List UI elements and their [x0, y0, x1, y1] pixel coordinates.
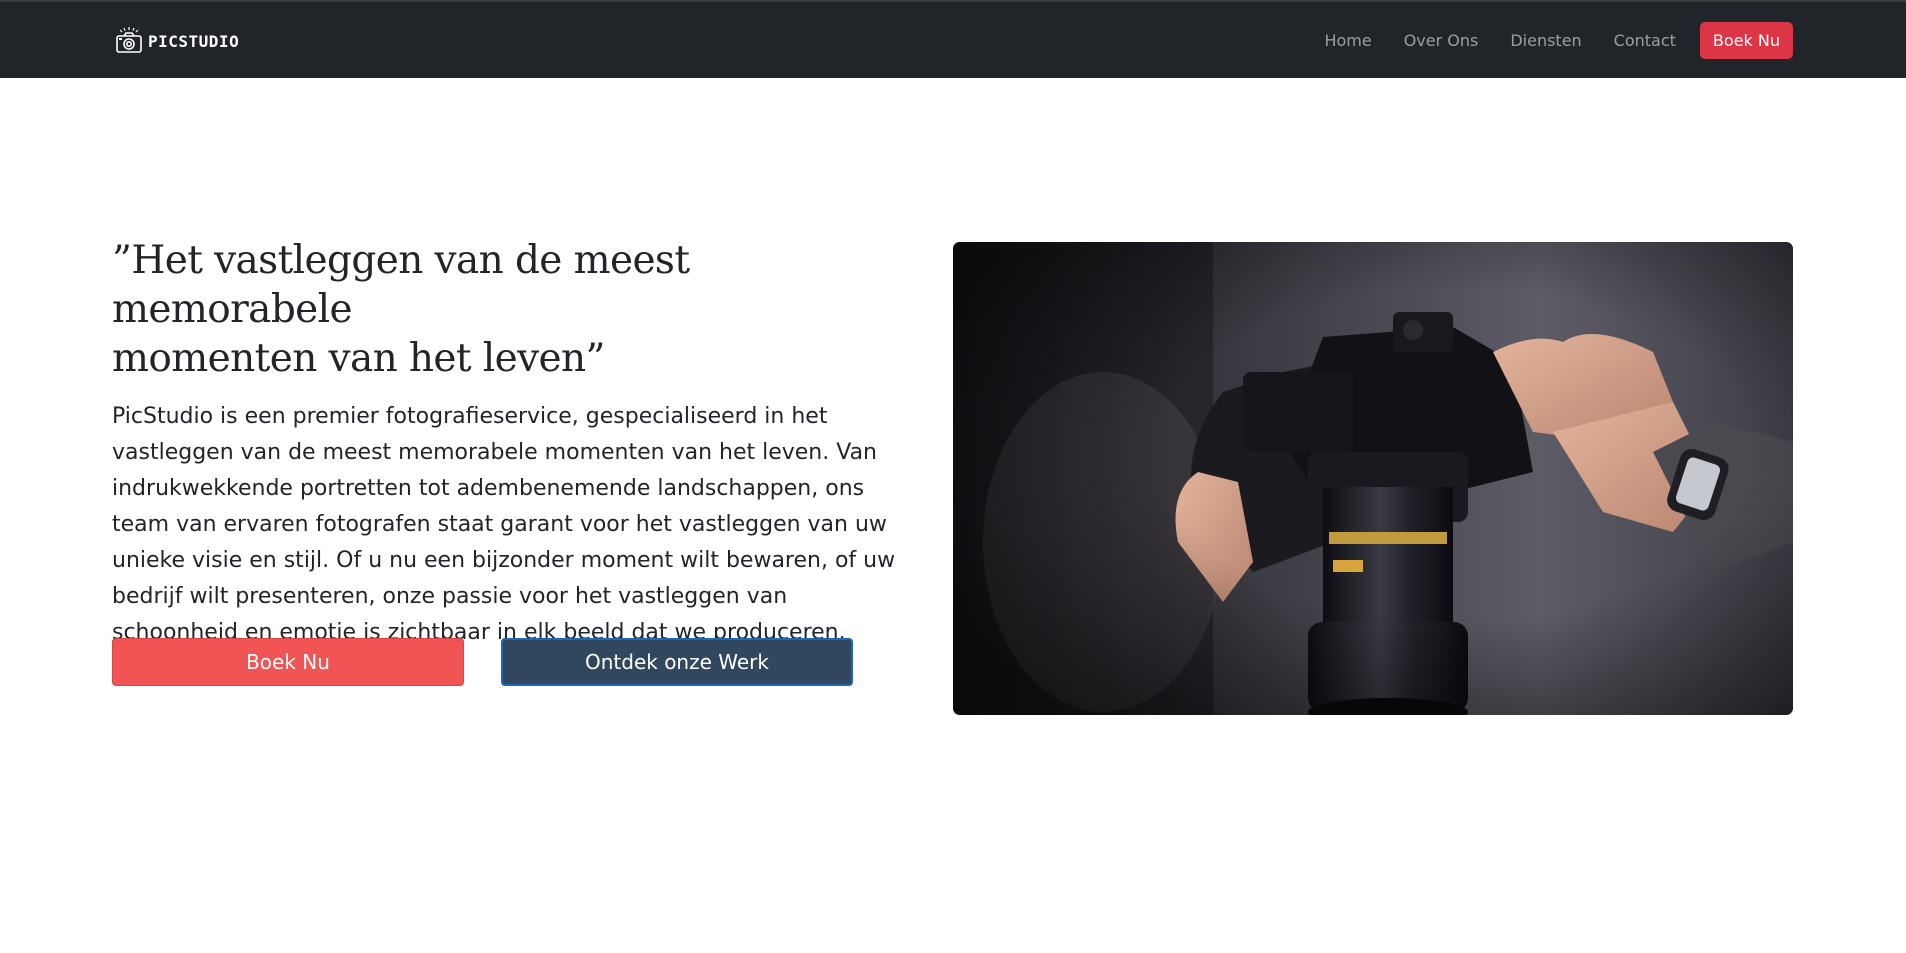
main-nav: Home Over Ons Diensten Contact Boek Nu	[1292, 2, 1793, 78]
camera-photo	[953, 242, 1793, 715]
ontdek-werk-button[interactable]: Ontdek onze Werk	[501, 638, 853, 686]
hero-text: ”Het vastleggen van de meest memorabele …	[112, 236, 912, 651]
brand-name: PICSTUDIO	[148, 31, 240, 51]
nav-over-ons[interactable]: Over Ons	[1404, 31, 1479, 50]
camera-icon	[116, 27, 142, 53]
hero-image	[953, 242, 1793, 715]
nav-home[interactable]: Home	[1324, 31, 1371, 50]
hero-headline-line1: ”Het vastleggen van de meest memorabele	[112, 238, 690, 332]
nav-contact[interactable]: Contact	[1614, 31, 1676, 50]
nav-boek-nu-button[interactable]: Boek Nu	[1699, 21, 1793, 59]
nav-diensten[interactable]: Diensten	[1510, 31, 1581, 50]
boek-nu-button[interactable]: Boek Nu	[112, 638, 464, 686]
navbar: PICSTUDIO Home Over Ons Diensten Contact…	[0, 0, 1906, 78]
hero-headline-line2: momenten van het leven”	[112, 336, 606, 381]
hero-description: PicStudio is een premier fotografieservi…	[112, 404, 896, 645]
brand-logo[interactable]: PICSTUDIO	[114, 26, 239, 56]
hero-headline: ”Het vastleggen van de meest memorabele …	[112, 236, 912, 383]
